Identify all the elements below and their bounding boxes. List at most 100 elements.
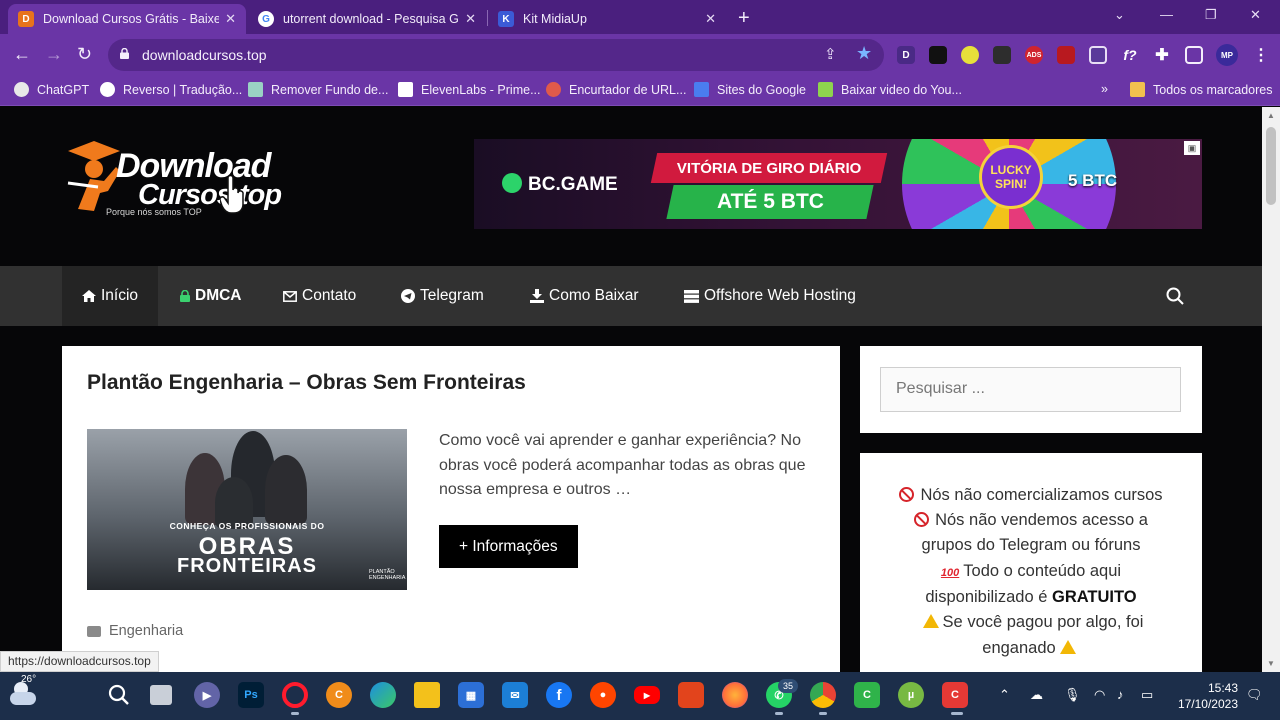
category-link[interactable]: Engenharia [109,623,183,639]
all-bookmarks[interactable]: Todos os marcadores [1130,82,1273,97]
nav-label: DMCA [195,287,242,304]
office-icon[interactable] [678,682,704,708]
extension-red-icon[interactable] [1057,46,1075,64]
notification-center-icon[interactable]: 🗨︎ [1246,687,1263,703]
extension-video-icon[interactable] [929,46,947,64]
minimize-button[interactable]: — [1160,7,1173,22]
scrollbar-thumb[interactable] [1266,127,1276,205]
microphone-icon[interactable]: 🎙︎ [1064,687,1081,703]
search-input[interactable]: Pesquisar ... [880,367,1181,412]
prohibited-icon [914,512,930,527]
new-tab-button[interactable]: + [738,7,750,30]
nav-como-baixar[interactable]: Como Baixar [530,266,639,326]
extension-p-icon[interactable] [961,46,979,64]
file-explorer-icon[interactable] [414,682,440,708]
side-panel-icon[interactable] [1185,46,1203,64]
search-icon[interactable] [106,682,132,708]
address-bar[interactable]: downloadcursos.top ⇪ ★ [108,39,884,71]
show-hidden-icons-chevron[interactable]: ⌃ [999,687,1010,703]
onedrive-icon[interactable]: ☁ [1030,687,1043,703]
nav-inicio[interactable]: Início [62,266,159,326]
teams-icon[interactable]: ▶ [194,682,220,708]
firefox-icon[interactable] [722,682,748,708]
close-window-button[interactable]: ✕ [1250,7,1261,23]
opera-icon[interactable] [282,682,308,708]
wifi-icon[interactable]: ◠ [1094,687,1105,703]
bookmarks-overflow-button[interactable]: » [1101,82,1108,96]
post-category: Engenharia [87,623,183,639]
tab-download-cursos[interactable]: D Download Cursos Grátis - Baixe ✕ [8,4,246,34]
edge-icon[interactable] [370,682,396,708]
bookmark-reverso[interactable]: Reverso | Tradução... [100,82,242,97]
more-info-button[interactable]: + Informações [439,525,578,568]
camtasia-icon[interactable]: C [854,682,880,708]
bookmark-remove-bg[interactable]: Remover Fundo de... [248,82,388,97]
scroll-up-arrow-icon[interactable]: ▲ [1267,111,1275,120]
extension-screen-icon[interactable] [1089,46,1107,64]
post-title[interactable]: Plantão Engenharia – Obras Sem Fronteira… [87,371,526,395]
battery-icon[interactable]: ▭ [1141,687,1153,703]
bookmark-elevenlabs[interactable]: ElevenLabs - Prime... [398,82,541,97]
share-icon[interactable]: ⇪ [824,45,837,63]
scroll-down-arrow-icon[interactable]: ▼ [1267,659,1275,668]
shortener-icon [546,82,561,97]
bookmark-star-icon[interactable]: ★ [856,43,872,64]
ad-choices-icon[interactable]: ▣ [1184,141,1200,155]
nav-telegram[interactable]: Telegram [401,266,484,326]
extension-ads-icon[interactable]: ADS [1025,46,1043,64]
bookmark-shortener[interactable]: Encurtador de URL... [546,82,686,97]
bookmark-chatgpt[interactable]: ChatGPT [14,82,89,97]
volume-icon[interactable]: ♪ [1117,687,1124,702]
bookmark-google-sites[interactable]: Sites do Google [694,82,806,97]
midiaup-icon: K [498,11,514,27]
lock-icon[interactable] [120,48,129,59]
tab-kit-midiaup[interactable]: K Kit MidiaUp ✕ [488,4,726,34]
close-icon[interactable]: ✕ [225,11,236,27]
site-logo[interactable]: Download Cursos.top Porque nós somos TOP [64,137,309,222]
start-button[interactable] [62,684,86,708]
ccleaner-icon[interactable]: C [326,682,352,708]
post-thumbnail[interactable]: CONHEÇA OS PROFISSIONAIS DO OBRAS FRONTE… [87,429,407,590]
back-button[interactable]: ← [13,44,31,64]
microsoft-store-icon[interactable]: ▦ [458,682,484,708]
extension-formula-icon[interactable]: f? [1121,46,1139,64]
search-icon[interactable] [1166,287,1184,305]
tab-search-chevron-icon[interactable]: ⌄ [1114,7,1125,23]
reload-button[interactable]: ↻ [77,44,92,64]
mail-icon[interactable]: ✉ [502,682,528,708]
system-clock[interactable]: 15:43 17/10/2023 [1166,680,1238,712]
screen-recorder-icon[interactable]: C [942,682,968,708]
chrome-icon[interactable] [810,682,836,708]
photoshop-icon[interactable]: Ps [238,682,264,708]
url-text[interactable]: downloadcursos.top [142,47,267,63]
extensions-puzzle-icon[interactable]: ✚ [1153,46,1171,64]
task-view-icon[interactable] [150,685,172,705]
graduate-mascot-icon [67,141,120,211]
nav-dmca[interactable]: DMCA [180,266,242,326]
nav-contato[interactable]: Contato [283,266,356,326]
google-icon: G [258,11,274,27]
close-icon[interactable]: ✕ [465,11,476,27]
menu-kebab-icon[interactable]: ⋮ [1252,46,1270,64]
forward-button[interactable]: → [45,44,63,64]
close-icon[interactable]: ✕ [705,11,716,27]
bookmark-youtube-download[interactable]: Baixar video do You... [818,82,962,97]
thumbnail-brand: PLANTÃO ENGENHARIA [369,569,406,581]
tab-google-search[interactable]: G utorrent download - Pesquisa G ✕ [248,4,486,34]
restore-button[interactable]: ❐ [1205,7,1217,23]
profile-avatar[interactable]: MP [1216,44,1238,66]
page-scrollbar[interactable]: ▲ ▼ [1262,107,1280,672]
temperature: 26° [21,674,37,685]
server-icon [684,289,699,303]
nav-offshore-hosting[interactable]: Offshore Web Hosting [684,266,856,326]
youtube-icon[interactable]: ▶ [634,686,660,704]
extension-d-icon[interactable]: D [897,46,915,64]
warning-icon [922,614,939,628]
reddit-icon[interactable]: ● [590,682,616,708]
facebook-icon[interactable]: f [546,682,572,708]
extension-bag-icon[interactable] [993,46,1011,64]
weather-widget[interactable]: 26° [10,674,40,710]
utorrent-icon[interactable]: µ [898,682,924,708]
ad-banner[interactable]: BC.GAME VITÓRIA DE GIRO DIÁRIO ATÉ 5 BTC… [474,139,1202,229]
home-icon [82,290,96,302]
